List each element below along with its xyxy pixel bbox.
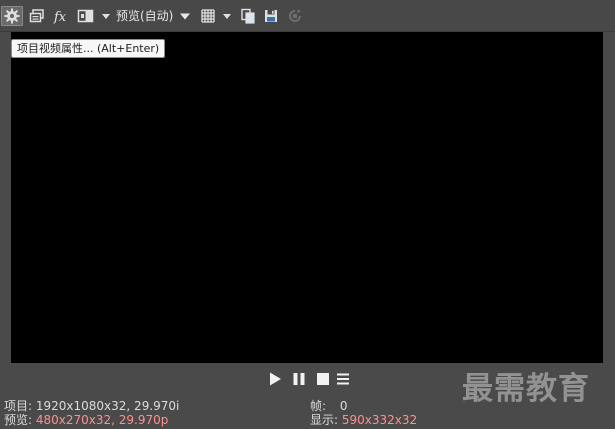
grid-icon	[200, 8, 216, 24]
video-preview-area[interactable]	[11, 32, 603, 363]
preview-quality-dropdown[interactable]	[178, 6, 192, 26]
project-status: 项目: 1920x1080x32, 29.970i	[4, 399, 179, 413]
gear-icon	[4, 8, 20, 24]
chevron-down-icon	[222, 12, 232, 20]
stop-icon	[316, 372, 330, 386]
split-screen-dropdown[interactable]	[100, 6, 112, 26]
display-status-value: 590x332x32	[341, 413, 418, 427]
watermark: 最需教育	[462, 371, 590, 407]
fx-icon: fx	[53, 8, 69, 24]
split-screen-icon	[77, 8, 95, 24]
project-video-properties-button[interactable]	[1, 6, 23, 26]
copy-snapshot-button[interactable]	[238, 6, 258, 26]
stop-button[interactable]	[316, 372, 330, 386]
preview-status-label: 预览:	[4, 413, 33, 427]
play-button[interactable]	[268, 372, 282, 386]
save-snapshot-button[interactable]	[261, 6, 281, 26]
chevron-down-icon	[179, 12, 191, 20]
preview-toolbar: fx 预览(自动)	[0, 0, 615, 32]
sync-icon	[287, 8, 303, 24]
chevron-down-icon	[101, 12, 111, 20]
transport-menu-button[interactable]	[336, 372, 350, 386]
frame-status: 帧: 0	[310, 399, 348, 413]
copy-frame-icon	[240, 8, 256, 24]
frame-status-value: 0	[339, 399, 348, 413]
video-fx-button[interactable]: fx	[51, 6, 71, 26]
project-status-value: 1920x1080x32, 29.970i	[35, 399, 180, 413]
split-screen-button[interactable]	[75, 6, 97, 26]
sync-button[interactable]	[285, 6, 305, 26]
preview-quality-label[interactable]: 预览(自动)	[116, 8, 173, 24]
display-status-label: 显示:	[310, 413, 339, 427]
external-monitor-button[interactable]	[27, 6, 47, 26]
overlays-button[interactable]	[198, 6, 218, 26]
project-status-label: 项目:	[4, 399, 33, 413]
overlays-dropdown[interactable]	[221, 6, 233, 26]
preview-status-value: 480x270x32, 29.970p	[35, 413, 169, 427]
menu-icon	[336, 372, 350, 386]
pause-button[interactable]	[292, 372, 306, 386]
play-icon	[268, 372, 282, 386]
display-status: 显示: 590x332x32	[310, 413, 417, 427]
preview-status: 预览: 480x270x32, 29.970p	[4, 413, 168, 427]
copy-window-icon	[29, 8, 45, 24]
frame-status-label: 帧:	[310, 399, 327, 413]
svg-text:fx: fx	[53, 10, 67, 24]
save-icon	[263, 8, 279, 24]
project-video-properties-tooltip: 项目视频属性... (Alt+Enter)	[11, 39, 166, 58]
pause-icon	[292, 372, 306, 386]
